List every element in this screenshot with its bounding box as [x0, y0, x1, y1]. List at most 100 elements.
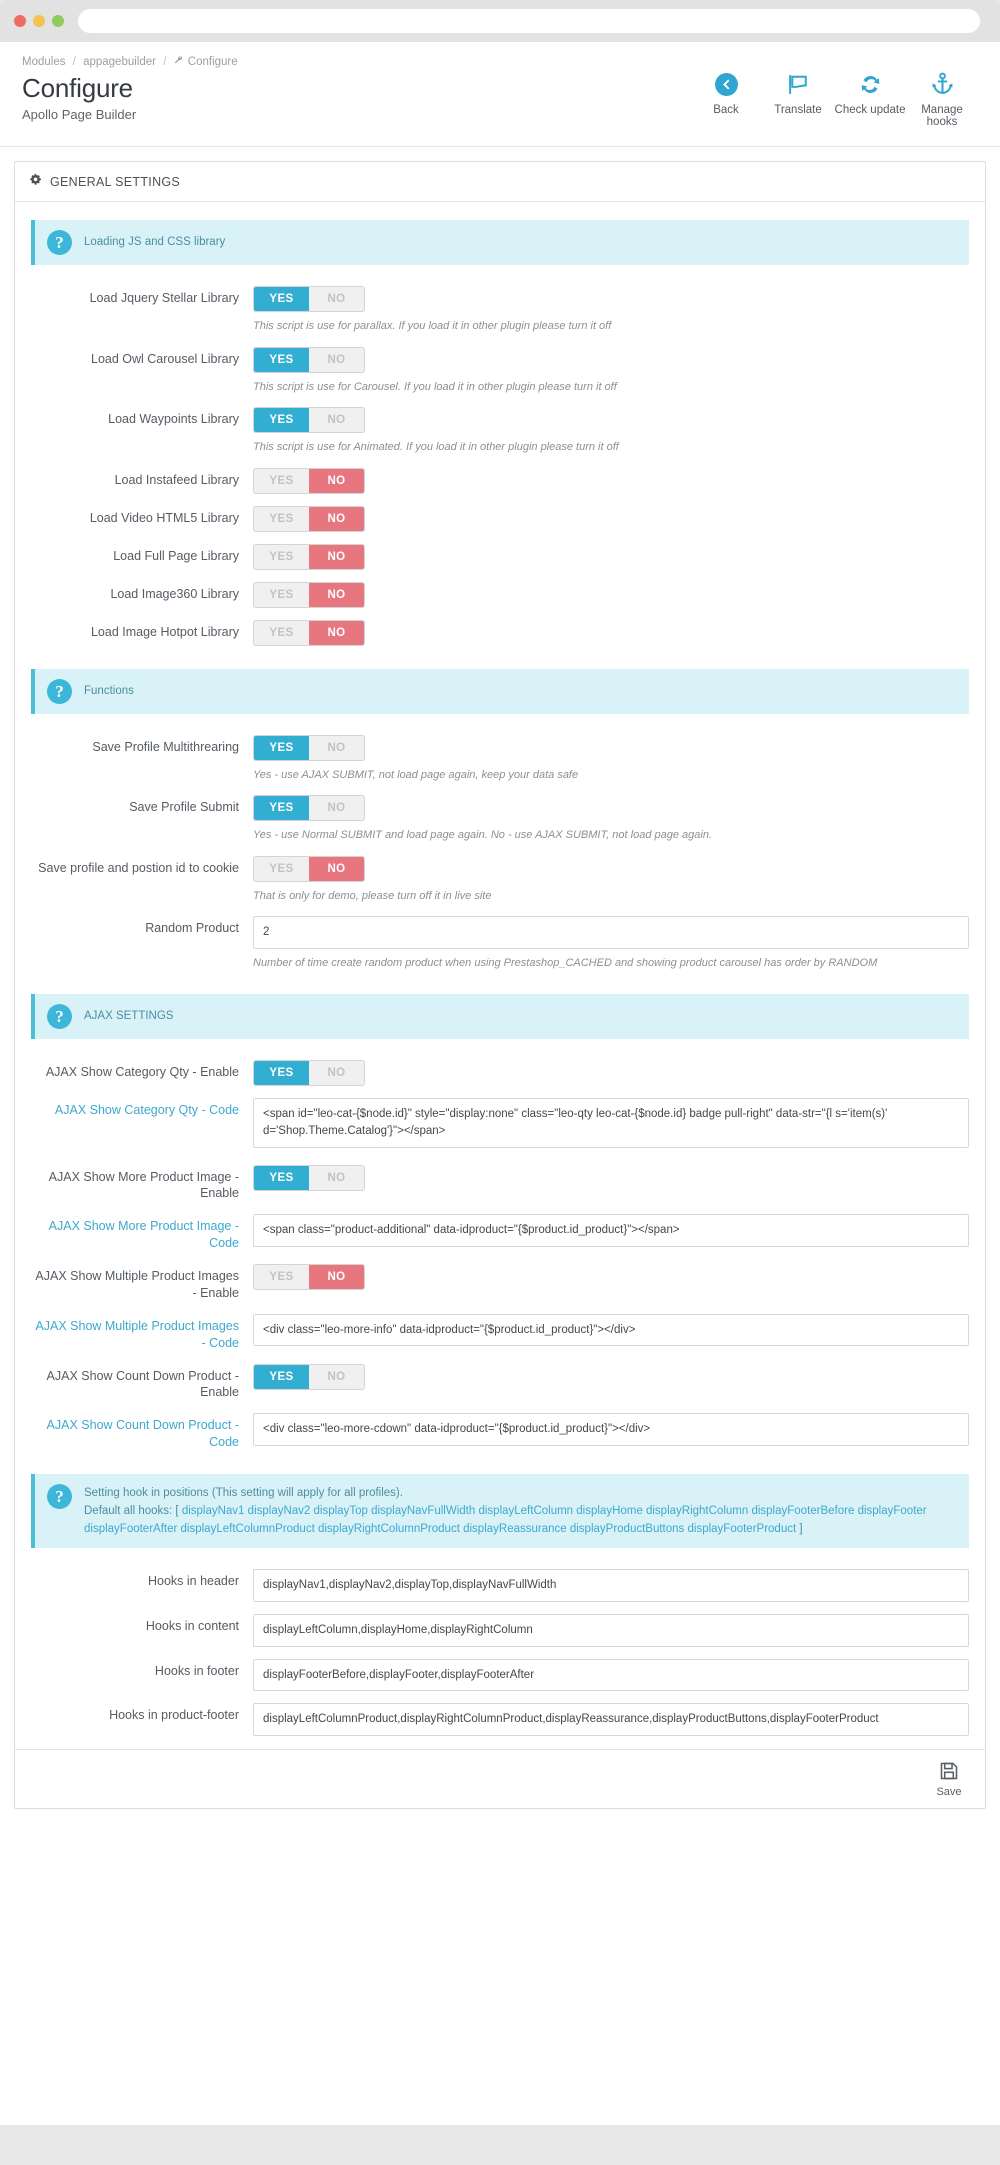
random-product-row: Random Product Number of time create ran… [23, 911, 977, 976]
toggle-row: Load Jquery Stellar Library YES NO This scr… [23, 281, 977, 340]
toggle-yes[interactable]: YES [254, 735, 309, 760]
ajax-code-row: AJAX Show More Product Image - Code [23, 1209, 977, 1257]
gears-icon [29, 173, 43, 190]
toggle-no[interactable]: NO [309, 1265, 364, 1290]
toggle-yes[interactable]: YES [254, 1165, 309, 1190]
check-update-button[interactable]: Check update [834, 70, 906, 116]
toggle-no[interactable]: NO [309, 287, 364, 311]
breadcrumb-separator-1: / [72, 56, 76, 68]
toggle-yes[interactable]: YES [254, 1265, 309, 1289]
hooks-input[interactable] [253, 1703, 969, 1737]
ajax-code-input[interactable] [253, 1098, 969, 1148]
function-toggle-label: Save Profile Submit [129, 800, 239, 814]
toggle-control: YES NO [253, 581, 969, 608]
toggle-no[interactable]: NO [309, 856, 364, 881]
toggle-no[interactable]: NO [309, 408, 364, 432]
close-window-icon[interactable] [14, 15, 26, 27]
ajax-enable-label: AJAX Show More Product Image - Enable [48, 1169, 239, 1201]
toggle-yes[interactable]: YES [254, 1364, 309, 1389]
toggle-switch[interactable]: YES NO [253, 467, 365, 494]
toggle-switch[interactable]: YES NO [253, 734, 365, 761]
toggle-no[interactable]: NO [309, 796, 364, 820]
toggle-switch[interactable]: YES NO [253, 1060, 365, 1087]
toggle-yes[interactable]: YES [254, 469, 309, 493]
hook-name: displayNavFullWidth [371, 1504, 476, 1517]
anchor-icon [906, 70, 978, 100]
toggle-row: Load Full Page Library YES NO [23, 539, 977, 575]
toggle-no[interactable]: NO [309, 1365, 364, 1389]
question-mark-icon: ? [47, 230, 72, 255]
save-button[interactable]: Save [927, 1760, 971, 1798]
toggle-no[interactable]: NO [309, 620, 364, 645]
toggle-no[interactable]: NO [309, 506, 364, 531]
translate-button[interactable]: Translate [762, 70, 834, 116]
toggle-control: YES NO [253, 1164, 969, 1191]
toggle-yes[interactable]: YES [254, 1061, 309, 1086]
toggle-control: YES NO [253, 1264, 969, 1291]
loading-library-info-text: Loading JS and CSS library [84, 236, 226, 248]
back-button[interactable]: Back [690, 70, 762, 116]
toggle-switch[interactable]: YES NO [253, 407, 365, 433]
toggle-yes[interactable]: YES [254, 408, 309, 432]
hook-name: displayNav2 [247, 1504, 311, 1517]
toggle-switch[interactable]: YES NO [253, 855, 365, 882]
toggle-yes[interactable]: YES [254, 347, 309, 372]
toggle-yes[interactable]: YES [254, 545, 309, 569]
toggle-row: Save Profile Multithrearing YES NO Yes - us… [23, 730, 977, 789]
breadcrumb-modules[interactable]: Modules [22, 56, 65, 68]
toggle-control: YES NO [253, 619, 969, 646]
ajax-code-label[interactable]: AJAX Show Count Down Product - Code [31, 1413, 253, 1451]
toggle-switch[interactable]: YES NO [253, 505, 365, 532]
breadcrumb-appagebuilder[interactable]: appagebuilder [83, 56, 156, 68]
toggle-control: YES NO [253, 1060, 969, 1087]
toggle-no[interactable]: NO [309, 736, 364, 760]
toggle-yes[interactable]: YES [254, 621, 309, 645]
ajax-code-input[interactable] [253, 1313, 969, 1347]
toggle-no[interactable]: NO [309, 582, 364, 607]
toggle-yes[interactable]: YES [254, 583, 309, 607]
minimize-window-icon[interactable] [33, 15, 45, 27]
floppy-disk-icon [938, 1762, 960, 1785]
toggle-row: Load Image360 Library YES NO [23, 577, 977, 613]
toggle-row: AJAX Show More Product Image - Enable YES… [23, 1160, 977, 1208]
toggle-no[interactable]: NO [309, 1061, 364, 1085]
toggle-yes[interactable]: YES [254, 287, 309, 311]
functions-info-text: Functions [84, 684, 134, 697]
ajax-code-control [253, 1313, 969, 1352]
toggle-no[interactable]: NO [309, 468, 364, 493]
hooks-input[interactable] [253, 1658, 969, 1692]
page-canvas: Modules / appagebuilder / Configure Conf… [0, 42, 1000, 2125]
hooks-input[interactable] [253, 1614, 969, 1647]
toggle-yes[interactable]: YES [254, 857, 309, 881]
toggle-no[interactable]: NO [309, 544, 364, 569]
toggle-switch[interactable]: YES NO [253, 619, 365, 646]
toggle-row: Load Owl Carousel Library YES NO This scrip… [23, 342, 977, 401]
loading-library-infobox: ? Loading JS and CSS library [31, 220, 969, 265]
toggle-switch[interactable]: YES NO [253, 581, 365, 608]
toggle-yes[interactable]: YES [254, 796, 309, 820]
toggle-switch[interactable]: YES NO [253, 1164, 365, 1191]
toggle-switch[interactable]: YES NO [253, 543, 365, 570]
hooks-info-text: Setting hook in positions (This setting … [84, 1484, 957, 1538]
address-bar[interactable] [78, 9, 980, 33]
manage-hooks-button[interactable]: Manage hooks [906, 70, 978, 128]
maximize-window-icon[interactable] [52, 15, 64, 27]
toggle-switch[interactable]: YES NO [253, 1264, 365, 1291]
toggle-no[interactable]: NO [309, 1166, 364, 1190]
toggle-switch[interactable]: YES NO [253, 346, 365, 373]
ajax-code-label[interactable]: AJAX Show More Product Image - Code [31, 1214, 253, 1252]
toggle-switch[interactable]: YES NO [253, 1363, 365, 1390]
hooks-input[interactable] [253, 1569, 969, 1603]
toggle-switch[interactable]: YES NO [253, 795, 365, 821]
ajax-code-input[interactable] [253, 1214, 969, 1247]
ajax-enable-label: AJAX Show Multiple Product Images - Enab… [35, 1269, 239, 1300]
toggle-no[interactable]: NO [309, 348, 364, 372]
hook-name: displayFooterAfter [84, 1522, 178, 1535]
library-toggle-label: Load Jquery Stellar Library [89, 291, 239, 305]
ajax-code-label[interactable]: AJAX Show Multiple Product Images - Code [31, 1314, 253, 1352]
random-product-input[interactable] [253, 916, 969, 949]
toggle-switch[interactable]: YES NO [253, 286, 365, 312]
ajax-code-label[interactable]: AJAX Show Category Qty - Code [31, 1098, 253, 1119]
ajax-code-input[interactable] [253, 1413, 969, 1446]
toggle-yes[interactable]: YES [254, 507, 309, 531]
